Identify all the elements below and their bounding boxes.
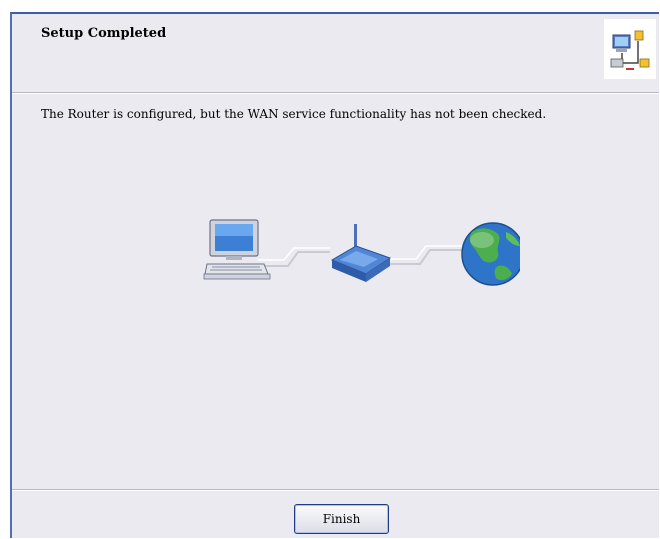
network-diagram bbox=[180, 208, 525, 298]
router-icon bbox=[330, 224, 392, 282]
cable-right bbox=[390, 245, 462, 265]
setup-wizard-dialog: Setup Completed The Router is configured… bbox=[10, 12, 659, 538]
cable-left bbox=[258, 247, 330, 267]
dialog-footer: Finish bbox=[12, 489, 659, 539]
dialog-header: Setup Completed bbox=[12, 14, 659, 93]
page-title: Setup Completed bbox=[41, 26, 167, 41]
computer-icon bbox=[203, 219, 271, 280]
status-message: The Router is configured, but the WAN se… bbox=[41, 107, 547, 121]
finish-button[interactable]: Finish bbox=[294, 504, 389, 534]
globe-icon bbox=[461, 222, 525, 286]
network-setup-icon bbox=[604, 19, 656, 79]
